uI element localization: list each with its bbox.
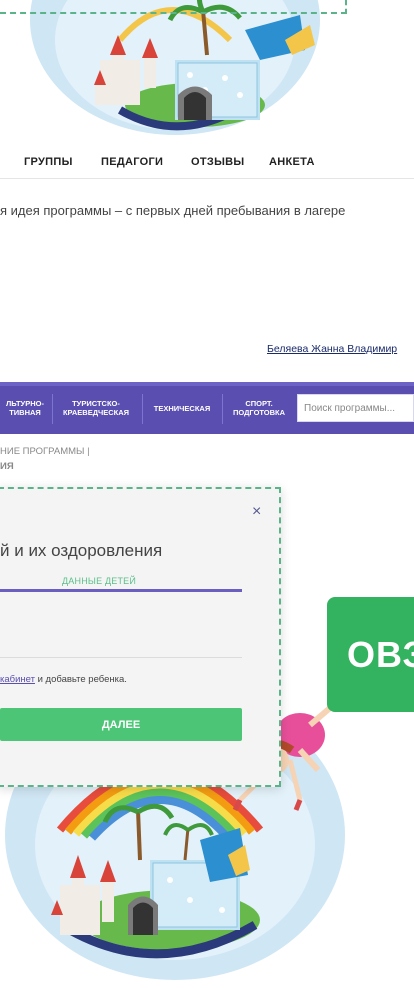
nav-divider (0, 178, 414, 179)
nav-item-reviews[interactable]: ОТЗЫВЫ (191, 156, 244, 168)
category-bar: ЛЬТУРНО- ТИВНАЯ ТУРИСТСКО- КРАЕВЕДЧЕСКАЯ Т… (0, 382, 414, 434)
hero-illustration-top (0, 0, 414, 150)
divider (142, 394, 143, 424)
breadcrumb-current: ИЯ (0, 461, 14, 472)
program-intro-text: я идея программы – с первых дней пребыва… (0, 203, 346, 218)
breadcrumb: НИЕ ПРОГРАММЫ | (0, 446, 90, 457)
nav-item-groups[interactable]: ГРУППЫ (24, 156, 73, 168)
cabinet-instruction-rest: и добавьте ребенка. (34, 674, 127, 685)
category-label: ТЕХНИЧЕСКАЯ (153, 403, 211, 413)
category-cultural[interactable]: ЛЬТУРНО- ТИВНАЯ (0, 386, 50, 430)
step-progress-line (0, 589, 242, 592)
category-label: ЛЬТУРНО- (6, 399, 44, 408)
divider (52, 394, 53, 424)
modal-outline-top (0, 0, 347, 14)
registration-modal: × й и их оздоровления ДАННЫЕ ДЕТЕЙ кабин… (0, 487, 281, 787)
divider (0, 657, 242, 658)
cabinet-instruction: кабинет и добавьте ребенка. (0, 674, 127, 685)
category-sport[interactable]: СПОРТ. ПОДГОТОВКА (224, 386, 294, 430)
close-icon[interactable]: × (252, 503, 261, 521)
category-label: ПОДГОТОВКА (232, 408, 286, 417)
ovz-badge-text: ОВЗ (347, 633, 414, 675)
category-label: ТИВНАЯ (9, 408, 41, 417)
next-button[interactable]: ДАЛЕЕ (0, 708, 242, 741)
category-tourism[interactable]: ТУРИСТСКО- КРАЕВЕДЧЕСКАЯ (54, 386, 138, 430)
cabinet-link[interactable]: кабинет (0, 674, 35, 685)
author-link[interactable]: Беляева Жанна Владимир (267, 343, 397, 355)
nav-item-survey[interactable]: АНКЕТА (269, 156, 315, 168)
search-placeholder: Поиск программы... (304, 402, 396, 414)
category-label: КРАЕВЕДЧЕСКАЯ (62, 408, 130, 417)
category-label: СПОРТ. (245, 399, 273, 408)
search-input[interactable]: Поиск программы... (297, 394, 414, 422)
ovz-badge[interactable]: ОВЗ (327, 597, 414, 712)
main-nav: ГРУППЫ ПЕДАГОГИ ОТЗЫВЫ АНКЕТА (0, 150, 414, 176)
divider (222, 394, 223, 424)
step-label-children-data: ДАННЫЕ ДЕТЕЙ (62, 576, 137, 586)
modal-title: й и их оздоровления (0, 541, 163, 560)
nav-item-teachers[interactable]: ПЕДАГОГИ (101, 156, 163, 168)
category-technical[interactable]: ТЕХНИЧЕСКАЯ (144, 386, 220, 430)
category-label: ТУРИСТСКО- (72, 399, 120, 408)
